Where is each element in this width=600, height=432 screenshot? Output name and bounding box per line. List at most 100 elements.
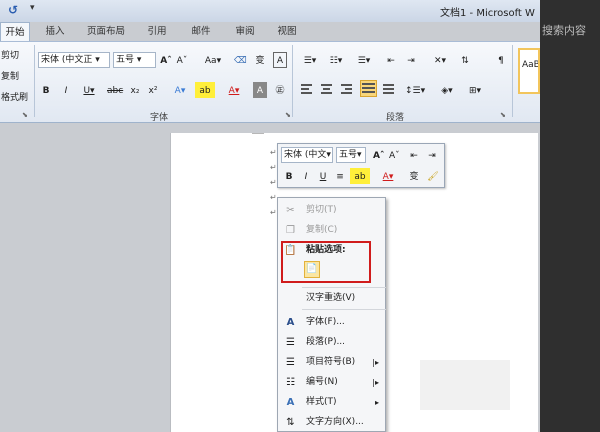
italic-icon[interactable]: I: [300, 168, 312, 184]
style-gallery-item[interactable]: AaB: [518, 48, 540, 94]
paragraph-mark-icon: ↵: [270, 148, 277, 157]
menu-separator: [302, 287, 386, 288]
distribute-icon[interactable]: [382, 82, 395, 96]
font-color-icon[interactable]: A▾: [378, 168, 398, 184]
align-left-icon[interactable]: [300, 82, 313, 96]
multilevel-list-icon[interactable]: ☰▾: [352, 52, 376, 68]
grow-font-icon[interactable]: Aˆ: [372, 147, 384, 163]
shading-icon[interactable]: ◈▾: [436, 82, 458, 98]
font-color-icon[interactable]: A▾: [224, 82, 244, 98]
paragraph-group-label: 段落: [386, 113, 405, 123]
tab-page-layout[interactable]: 页面布局: [82, 22, 130, 42]
phonetic-guide-icon[interactable]: 变: [408, 168, 420, 184]
submenu-arrow-icon: ▸: [374, 398, 379, 407]
menu-item-font[interactable]: A 字体(F)...: [278, 313, 385, 332]
paragraph-mark-icon: ↵: [270, 163, 277, 172]
show-marks-icon[interactable]: ¶: [494, 52, 508, 68]
enclose-char-icon[interactable]: ㊣: [273, 82, 287, 98]
subscript-icon[interactable]: x₂: [128, 82, 142, 98]
line-spacing-icon[interactable]: ↕☰▾: [404, 82, 426, 98]
font-group-label: 字体: [150, 113, 169, 123]
highlight-icon[interactable]: ab: [350, 168, 370, 184]
increase-indent-icon[interactable]: ⇥: [404, 52, 418, 68]
divider: [512, 45, 513, 117]
cut-button[interactable]: 剪切: [0, 47, 30, 63]
styles-icon: A: [286, 397, 295, 408]
center-icon[interactable]: ≡: [334, 168, 346, 184]
divider: [34, 45, 35, 117]
justify-icon[interactable]: [360, 80, 377, 97]
copy-button[interactable]: 复制: [0, 68, 30, 84]
text-direction-icon: ⇅: [286, 417, 295, 428]
bullets-icon[interactable]: ☰▾: [300, 52, 320, 68]
customize-qat-icon[interactable]: ▾: [30, 3, 35, 13]
phonetic-guide-icon[interactable]: 变: [253, 52, 267, 68]
borders-icon[interactable]: ⊞▾: [464, 82, 486, 98]
tab-insert[interactable]: 插入: [40, 22, 70, 42]
increase-indent-icon[interactable]: ⇥: [426, 147, 438, 163]
tab-references[interactable]: 引用: [142, 22, 172, 42]
menu-separator: [302, 309, 386, 310]
numbering-icon: ☷: [286, 377, 295, 388]
underline-icon[interactable]: U▾: [80, 82, 98, 98]
grow-font-icon[interactable]: Aˆ: [159, 52, 173, 68]
shrink-font-icon[interactable]: Aˇ: [388, 147, 400, 163]
italic-icon[interactable]: I: [60, 82, 72, 98]
tab-mailings[interactable]: 邮件: [186, 22, 216, 42]
char-border-icon[interactable]: A: [273, 52, 287, 68]
align-center-icon[interactable]: [320, 82, 333, 96]
submenu-arrow-icon: |▸: [372, 378, 379, 387]
mini-font-select[interactable]: 宋体 (中文▾: [281, 147, 333, 163]
mini-size-select[interactable]: 五号▾: [336, 147, 366, 163]
highlight-box: [281, 241, 371, 283]
submenu-arrow-icon: |▸: [372, 358, 379, 367]
shrink-font-icon[interactable]: Aˇ: [175, 52, 189, 68]
char-shading-icon[interactable]: A: [253, 82, 267, 98]
strikethrough-icon[interactable]: abc: [106, 82, 124, 98]
menu-item-copy[interactable]: ❐ 复制(C): [278, 221, 385, 240]
tab-home[interactable]: 开始: [0, 22, 30, 42]
highlight-icon[interactable]: ab: [195, 82, 215, 98]
dialog-launcher-icon[interactable]: ⬊: [500, 111, 506, 119]
menu-item-styles[interactable]: A 样式(T) ▸: [278, 393, 385, 412]
page-shade: [420, 360, 510, 410]
decrease-indent-icon[interactable]: ⇤: [384, 52, 398, 68]
change-case-icon[interactable]: Aa▾: [203, 52, 223, 68]
scissors-icon: ✂: [286, 205, 295, 216]
undo-icon[interactable]: ↺: [8, 3, 22, 17]
font-name-select[interactable]: 宋体 (中文正 ▾: [38, 52, 110, 68]
window-title: 文档1 - Microsoft W: [440, 8, 535, 19]
tab-review[interactable]: 审阅: [230, 22, 260, 42]
paragraph-icon: ☰: [286, 337, 295, 348]
dialog-launcher-icon[interactable]: ⬊: [285, 111, 291, 119]
tab-view[interactable]: 视图: [272, 22, 302, 42]
decrease-indent-icon[interactable]: ⇤: [408, 147, 420, 163]
underline-icon[interactable]: U: [317, 168, 329, 184]
bold-icon[interactable]: B: [283, 168, 295, 184]
superscript-icon[interactable]: x²: [146, 82, 160, 98]
bullets-icon: ☰: [286, 357, 295, 368]
menu-item-reconvert[interactable]: 汉字重选(V): [278, 289, 385, 308]
font-icon: A: [286, 317, 295, 328]
text-effects-icon[interactable]: A▾: [170, 82, 190, 98]
format-painter-icon[interactable]: 🖌: [426, 168, 440, 184]
dialog-launcher-icon[interactable]: ⬊: [22, 111, 28, 119]
menu-item-bullets[interactable]: ☰ 项目符号(B) |▸: [278, 353, 385, 372]
copy-icon: ❐: [286, 225, 295, 236]
search-hint-text: 搜索内容: [542, 24, 586, 37]
numbering-icon[interactable]: ☷▾: [326, 52, 346, 68]
clear-format-icon[interactable]: ⌫: [233, 52, 247, 68]
divider: [292, 45, 293, 117]
bold-icon[interactable]: B: [40, 82, 52, 98]
font-size-select[interactable]: 五号 ▾: [113, 52, 156, 68]
paragraph-mark-icon: ↵: [270, 208, 277, 217]
menu-item-text-direction[interactable]: ⇅ 文字方向(X)...: [278, 413, 385, 432]
margin-corner-mark: [252, 133, 264, 134]
chinese-layout-icon[interactable]: ✕▾: [430, 52, 450, 68]
align-right-icon[interactable]: [340, 82, 353, 96]
sort-icon[interactable]: ⇅: [458, 52, 472, 68]
format-painter-button[interactable]: 格式刷: [0, 89, 32, 105]
menu-item-cut[interactable]: ✂ 剪切(T): [278, 201, 385, 220]
menu-item-numbering[interactable]: ☷ 编号(N) |▸: [278, 373, 385, 392]
menu-item-paragraph[interactable]: ☰ 段落(P)...: [278, 333, 385, 352]
